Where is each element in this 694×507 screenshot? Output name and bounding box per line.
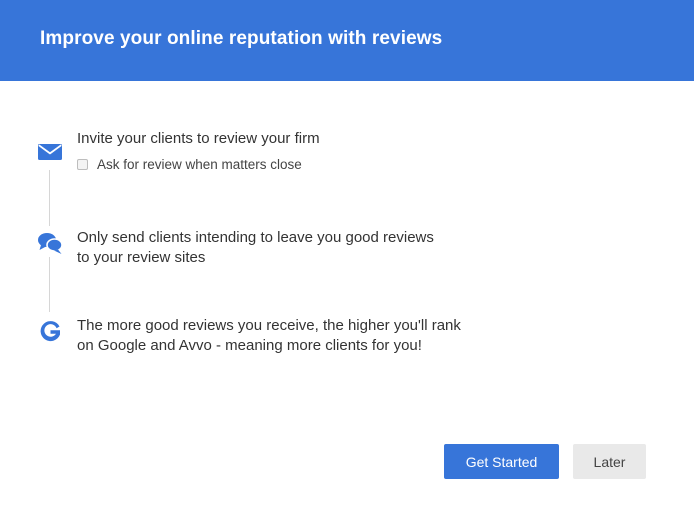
ask-review-checkbox-row[interactable]: Ask for review when matters close (77, 155, 302, 173)
step-good-reviews-line2: to your review sites (77, 249, 206, 266)
envelope-icon (38, 144, 62, 160)
step-connector-line (49, 170, 50, 226)
step-good-reviews-line1: Only send clients intending to leave you… (77, 229, 434, 246)
step-google-line2: on Google and Avvo - meaning more client… (77, 337, 422, 354)
dialog-title: Improve your online reputation with revi… (40, 28, 443, 49)
ask-review-checkbox[interactable] (77, 158, 88, 170)
step-invite-text: Invite your clients to review your firm (77, 130, 320, 147)
step-connector-line (49, 257, 50, 312)
google-icon (40, 321, 60, 342)
ask-review-label: Ask for review when matters close (97, 156, 302, 172)
chat-bubbles-icon (38, 233, 63, 254)
get-started-button[interactable]: Get Started (444, 444, 559, 479)
later-button[interactable]: Later (573, 444, 646, 479)
step-google-line1: The more good reviews you receive, the h… (77, 317, 461, 334)
dialog-header: Improve your online reputation with revi… (0, 0, 694, 81)
review-dialog: Improve your online reputation with revi… (0, 0, 694, 507)
